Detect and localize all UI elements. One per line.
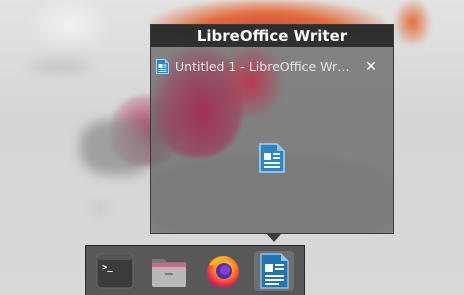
libreoffice-writer-icon: [156, 59, 169, 74]
app-name-title: LibreOffice Writer: [151, 25, 393, 47]
libreoffice-writer-preview-icon: [259, 143, 285, 173]
svg-text:>_: >_: [102, 263, 113, 273]
terminal-icon: >_: [96, 253, 134, 289]
dock-item-libreoffice-writer[interactable]: [254, 251, 294, 291]
dock: >_: [85, 245, 305, 295]
window-entry[interactable]: Untitled 1 - LibreOffice Writer ✕: [156, 58, 388, 76]
window-title: Untitled 1 - LibreOffice Writer: [175, 59, 350, 74]
window-preview-popup: LibreOffice Writer Untitled 1 - LibreOff…: [150, 24, 394, 234]
firefox-icon: [207, 256, 239, 288]
dock-item-firefox[interactable]: [203, 251, 243, 291]
close-window-button[interactable]: ✕: [363, 59, 379, 75]
popup-pointer-arrow: [267, 234, 281, 242]
files-icon: [152, 259, 186, 287]
libreoffice-writer-icon: [260, 253, 289, 289]
dock-item-terminal[interactable]: >_: [95, 251, 135, 291]
dock-item-files[interactable]: [149, 251, 189, 291]
